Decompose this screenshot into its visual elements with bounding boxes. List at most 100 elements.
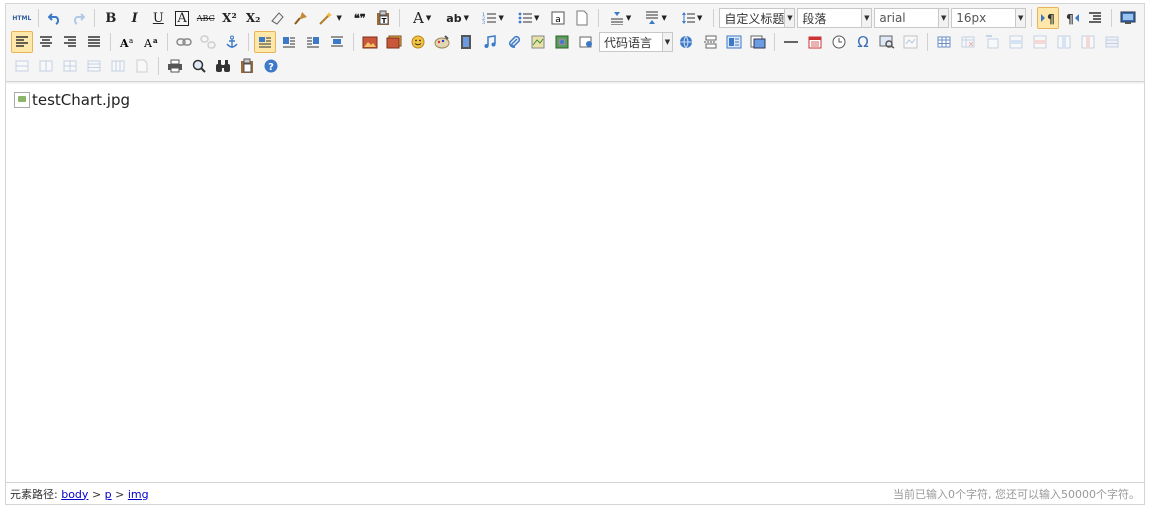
multi-image-icon[interactable] bbox=[383, 31, 405, 53]
paragraph-select[interactable]: 段落 ▼ bbox=[797, 8, 873, 28]
direction-ltr-icon[interactable]: ¶ bbox=[1037, 7, 1059, 29]
broken-image[interactable]: testChart.jpg bbox=[14, 91, 130, 109]
svg-text:¶: ¶ bbox=[1047, 12, 1055, 25]
attachment-icon[interactable] bbox=[503, 31, 525, 53]
format-brush-icon[interactable] bbox=[290, 7, 312, 29]
paste-plain-icon[interactable]: T bbox=[373, 7, 395, 29]
align-center-icon[interactable] bbox=[35, 31, 57, 53]
superscript-button[interactable]: X² bbox=[219, 7, 241, 29]
image-left-icon[interactable] bbox=[278, 31, 300, 53]
web-app-icon[interactable] bbox=[675, 31, 697, 53]
redo-icon[interactable] bbox=[67, 7, 89, 29]
insert-paragraph-before-table-icon[interactable] bbox=[981, 31, 1003, 53]
find-binoculars-icon[interactable] bbox=[212, 55, 234, 77]
separator bbox=[597, 9, 599, 27]
undo-icon[interactable] bbox=[44, 7, 66, 29]
scrawl-icon[interactable] bbox=[431, 31, 453, 53]
svg-text:T: T bbox=[382, 17, 387, 25]
separator bbox=[1031, 9, 1033, 27]
page-break-icon[interactable] bbox=[699, 31, 721, 53]
google-map-icon[interactable] bbox=[551, 31, 573, 53]
font-family-select[interactable]: arial ▼ bbox=[874, 8, 950, 28]
insert-frame-icon[interactable] bbox=[575, 31, 597, 53]
svg-text:a: a bbox=[153, 36, 158, 45]
anchor-icon[interactable] bbox=[221, 31, 243, 53]
row-spacing-bottom-icon[interactable]: ▼ bbox=[639, 7, 673, 29]
music-icon[interactable] bbox=[479, 31, 501, 53]
backcolor-button[interactable]: ab ▼ bbox=[441, 7, 475, 29]
align-right-icon[interactable] bbox=[59, 31, 81, 53]
delete-table-icon[interactable] bbox=[957, 31, 979, 53]
link-icon[interactable] bbox=[173, 31, 195, 53]
path-link-img[interactable]: img bbox=[128, 488, 149, 501]
insert-video-icon[interactable] bbox=[455, 31, 477, 53]
emotion-icon[interactable] bbox=[407, 31, 429, 53]
split-to-cells-icon[interactable] bbox=[59, 55, 81, 77]
print-icon[interactable] bbox=[164, 55, 186, 77]
to-uppercase-icon[interactable]: Aa bbox=[116, 31, 138, 53]
font-size-select[interactable]: 16px ▼ bbox=[951, 8, 1027, 28]
image-none-icon[interactable] bbox=[254, 31, 276, 53]
drafts-icon[interactable] bbox=[236, 55, 258, 77]
map-icon[interactable] bbox=[527, 31, 549, 53]
image-center-icon[interactable] bbox=[326, 31, 348, 53]
insert-col-icon[interactable] bbox=[1053, 31, 1075, 53]
preview-icon[interactable] bbox=[1117, 7, 1139, 29]
eraser-icon[interactable] bbox=[266, 7, 288, 29]
unlink-icon[interactable] bbox=[197, 31, 219, 53]
page-icon[interactable] bbox=[571, 7, 593, 29]
special-char-icon[interactable]: Ω bbox=[852, 31, 874, 53]
insert-table-icon[interactable] bbox=[933, 31, 955, 53]
search-replace-icon[interactable] bbox=[876, 31, 898, 53]
split-to-cols-icon[interactable] bbox=[107, 55, 129, 77]
bold-button[interactable]: B bbox=[100, 7, 122, 29]
path-link-p[interactable]: p bbox=[105, 488, 112, 501]
fontborder-button[interactable]: A bbox=[171, 7, 193, 29]
horizontal-rule-icon[interactable] bbox=[780, 31, 802, 53]
background-icon[interactable] bbox=[747, 31, 769, 53]
separator bbox=[353, 33, 354, 51]
direction-rtl-icon[interactable]: ¶ bbox=[1061, 7, 1083, 29]
subscript-button[interactable]: X₂ bbox=[242, 7, 264, 29]
merge-right-icon[interactable] bbox=[11, 55, 33, 77]
autotypeset-icon[interactable]: ▼ bbox=[313, 7, 347, 29]
editor-content-area[interactable]: testChart.jpg bbox=[6, 83, 1144, 482]
wordimage-icon[interactable] bbox=[900, 31, 922, 53]
chart-icon[interactable] bbox=[131, 55, 153, 77]
italic-button[interactable]: I bbox=[124, 7, 146, 29]
indent-icon[interactable] bbox=[1085, 7, 1107, 29]
help-icon[interactable]: ? bbox=[260, 55, 282, 77]
merge-down-icon[interactable] bbox=[35, 55, 57, 77]
unordered-list-icon[interactable]: ▼ bbox=[512, 7, 546, 29]
ordered-list-icon[interactable]: 123 ▼ bbox=[476, 7, 510, 29]
custom-style-value: 自定义标题 bbox=[724, 11, 785, 26]
underline-button[interactable]: U bbox=[147, 7, 169, 29]
delete-row-icon[interactable] bbox=[1029, 31, 1051, 53]
align-justify-icon[interactable] bbox=[83, 31, 105, 53]
toolbar-row-2: Aa Aa 代码语言 ▼ Ω bbox=[10, 30, 1140, 54]
path-link-body[interactable]: body bbox=[61, 488, 88, 501]
path-separator: > bbox=[115, 487, 125, 501]
forecolor-button[interactable]: A ▼ bbox=[405, 7, 439, 29]
html-source-button[interactable]: HTML bbox=[11, 7, 33, 29]
insert-image-icon[interactable] bbox=[359, 31, 381, 53]
code-language-select[interactable]: 代码语言 ▼ bbox=[599, 32, 673, 52]
code-language-value: 代码语言 bbox=[604, 35, 653, 50]
split-to-rows-icon[interactable] bbox=[83, 55, 105, 77]
time-icon[interactable] bbox=[828, 31, 850, 53]
row-spacing-top-icon[interactable]: ▼ bbox=[604, 7, 638, 29]
insert-row-icon[interactable] bbox=[1005, 31, 1027, 53]
custom-style-select[interactable]: 自定义标题 ▼ bbox=[719, 8, 796, 28]
image-right-icon[interactable] bbox=[302, 31, 324, 53]
fullwidth-char-icon[interactable]: a bbox=[547, 7, 569, 29]
template-icon[interactable] bbox=[723, 31, 745, 53]
delete-col-icon[interactable] bbox=[1077, 31, 1099, 53]
blockquote-button[interactable]: ❝❞ bbox=[349, 7, 371, 29]
merge-cells-icon[interactable] bbox=[1101, 31, 1123, 53]
date-icon[interactable] bbox=[804, 31, 826, 53]
to-lowercase-icon[interactable]: Aa bbox=[140, 31, 162, 53]
preview-search-icon[interactable] bbox=[188, 55, 210, 77]
strikethrough-button[interactable]: ABC bbox=[195, 7, 217, 29]
line-height-icon[interactable]: ▼ bbox=[675, 7, 709, 29]
align-left-icon[interactable] bbox=[11, 31, 33, 53]
